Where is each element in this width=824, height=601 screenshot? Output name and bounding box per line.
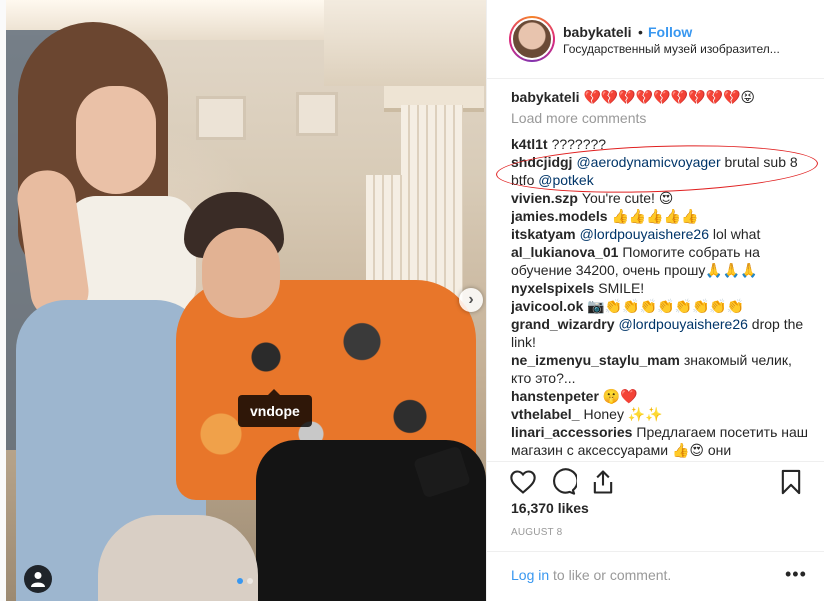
carousel-dot	[247, 578, 253, 584]
comment-item: al_lukianova_01 Помогите собрать на обуче…	[511, 243, 811, 279]
carousel-dot	[237, 578, 243, 584]
post-sidebar: babykateli • Follow Государственный музе…	[486, 0, 824, 601]
comment-item: vivien.szp You're cute! 😍	[511, 189, 811, 207]
comment-item: itskatyam @lordpouyaishere26 lol what	[511, 225, 811, 243]
photo-bag	[98, 515, 258, 601]
header-username[interactable]: babykateli	[563, 24, 631, 40]
chevron-right-icon[interactable]: ›	[459, 288, 483, 312]
heart-icon[interactable]	[509, 468, 537, 496]
comment-username[interactable]: shdcjidgj	[511, 154, 572, 170]
comment-username[interactable]: itskatyam	[511, 226, 576, 242]
post-photo[interactable]: vndope ›	[6, 0, 486, 601]
location-link[interactable]: Государственный музей изобразител...	[563, 42, 803, 56]
photo-person-face	[202, 228, 280, 318]
comment-username[interactable]: grand_wizardry	[511, 316, 614, 332]
more-options-icon[interactable]: •••	[785, 564, 807, 585]
mention-link[interactable]: @potkek	[538, 172, 593, 188]
comment-username[interactable]: jamies.models	[511, 208, 608, 224]
comment-username[interactable]: vthelabel_	[511, 406, 579, 422]
load-more-comments-button[interactable]: Load more comments	[511, 109, 811, 127]
photo-frieze	[296, 92, 338, 136]
comment-item: nyxelspixels SMILE!	[511, 279, 811, 297]
login-link[interactable]: Log in	[511, 567, 549, 583]
comment-item: shdcjidgj @aerodynamicvoyager brutal sub …	[511, 153, 811, 189]
comment-username[interactable]: javicool.ok	[511, 298, 583, 314]
comment-username[interactable]: k4tl1t	[511, 136, 548, 152]
comment-username[interactable]: ne_izmenyu_staylu_mam	[511, 352, 680, 368]
follow-button[interactable]: Follow	[648, 24, 692, 40]
post-header: babykateli • Follow Государственный музе…	[487, 0, 824, 79]
avatar-image	[511, 18, 553, 60]
comment-item: jamies.models 👍👍👍👍👍	[511, 207, 811, 225]
photo-entablature	[324, 0, 486, 86]
comment-text: ???????	[551, 136, 607, 152]
action-bar	[487, 461, 824, 501]
caption: babykateli 💔💔💔💔💔💔💔💔💔😝	[511, 88, 811, 106]
comment-container: k4tl1t??????? shdcjidgj @aerodynamicvoyage…	[511, 135, 811, 459]
header-separator: •	[638, 24, 643, 40]
comment-item: javicool.ok 📷👏👏👏👏👏👏👏👏	[511, 297, 811, 315]
mention-link[interactable]: @lordpouyaishere26	[618, 316, 747, 332]
comment-text: 🤫❤️	[602, 388, 638, 404]
avatar[interactable]	[509, 16, 555, 62]
comment-username[interactable]: vivien.szp	[511, 190, 578, 206]
comment-text: lol what	[709, 226, 761, 242]
mention-link[interactable]: @aerodynamicvoyager	[576, 154, 720, 170]
comment-item: k4tl1t???????	[511, 135, 811, 153]
user-tag-icon[interactable]	[24, 565, 52, 593]
login-text: Log in to like or comment.	[511, 567, 671, 583]
mention-link[interactable]: @lordpouyaishere26	[580, 226, 709, 242]
login-rest: to like or comment.	[549, 567, 672, 583]
comment-text: 👍👍👍👍👍	[611, 208, 699, 224]
photo-person-face	[76, 86, 156, 194]
comment-username[interactable]: hanstenpeter	[511, 388, 599, 404]
likes-count[interactable]: 16,370 likes	[511, 500, 589, 516]
comment-username[interactable]: linari_accessories	[511, 424, 632, 440]
carousel-dots	[237, 578, 253, 584]
comment-username[interactable]: nyxelspixels	[511, 280, 594, 296]
comment-item: grand_wizardry @lordpouyaishere26 drop th…	[511, 315, 811, 351]
comment-text: SMILE!	[598, 280, 645, 296]
comment-item: linari_accessories Предлагаем посетить на…	[511, 423, 811, 459]
post-date: AUGUST 8	[511, 527, 563, 538]
comment-item: ne_izmenyu_staylu_mam знакомый челик, кто…	[511, 351, 811, 387]
login-prompt: Log in to like or comment. •••	[487, 551, 824, 601]
user-tag-bubble[interactable]: vndope	[238, 389, 312, 427]
bookmark-icon[interactable]	[777, 468, 805, 496]
comment-item: hanstenpeter 🤫❤️	[511, 387, 811, 405]
comment-text: Honey ✨✨	[583, 406, 663, 422]
comments-list[interactable]: babykateli 💔💔💔💔💔💔💔💔💔😝 Load more comments …	[511, 88, 811, 460]
photo-frieze	[196, 96, 246, 140]
comment-item: vthelabel_ Honey ✨✨	[511, 405, 811, 423]
comment-username[interactable]: al_lukianova_01	[511, 244, 618, 260]
share-icon[interactable]	[589, 468, 617, 496]
caption-text: 💔💔💔💔💔💔💔💔💔😝	[583, 89, 755, 105]
comment-text: 📷👏👏👏👏👏👏👏👏	[587, 298, 745, 314]
comment-text: You're cute! 😍	[581, 190, 674, 206]
caption-username[interactable]: babykateli	[511, 89, 579, 105]
comment-icon[interactable]	[549, 468, 579, 496]
